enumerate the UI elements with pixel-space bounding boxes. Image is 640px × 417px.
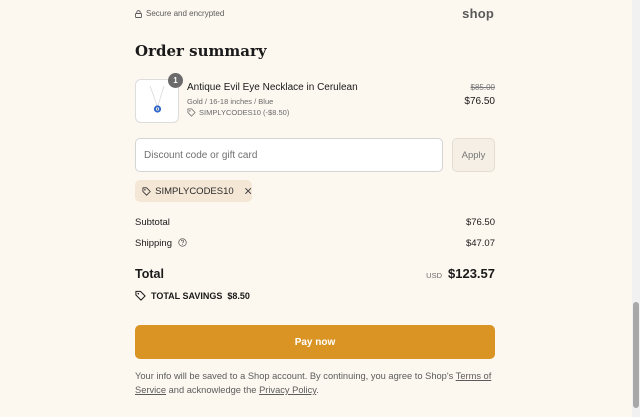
page-title: Order summary — [135, 42, 267, 60]
shipping-value: $47.07 — [465, 238, 495, 249]
secure-header: Secure and encrypted shop — [135, 6, 495, 23]
lock-icon — [135, 9, 142, 18]
product-variant: Gold / 16-18 inches / Blue — [187, 97, 274, 106]
scrollbar-track[interactable] — [632, 0, 640, 417]
original-price: $85.00 — [470, 83, 495, 92]
shipping-row: Shipping $47.07 — [135, 238, 495, 249]
tag-icon — [142, 186, 151, 196]
disclaimer-text-2: and acknowledge the — [166, 385, 260, 395]
total-row: Total USD $123.57 — [135, 266, 495, 284]
secure-badge: Secure and encrypted — [135, 9, 495, 18]
product-discount: SIMPLYCODES10 (-$8.50) — [187, 108, 289, 117]
total-savings: TOTAL SAVINGS $8.50 — [135, 290, 250, 301]
subtotal-row: Subtotal $76.50 — [135, 217, 495, 228]
discounted-price: $76.50 — [464, 96, 495, 107]
help-icon[interactable] — [177, 238, 187, 247]
discount-form: Apply — [135, 138, 495, 172]
product-name: Antique Evil Eye Necklace in Cerulean — [187, 82, 358, 93]
tag-icon — [135, 290, 146, 301]
line-item: 1 Antique Evil Eye Necklace in Cerulean … — [135, 73, 495, 123]
tag-icon — [187, 108, 196, 117]
savings-value: $8.50 — [227, 290, 250, 301]
product-discount-text: SIMPLYCODES10 (-$8.50) — [199, 108, 290, 117]
subtotal-value: $76.50 — [465, 217, 495, 228]
savings-label: TOTAL SAVINGS — [151, 290, 223, 301]
applied-discount-code: SIMPLYCODES10 — [155, 185, 234, 197]
quantity-badge: 1 — [168, 73, 183, 88]
privacy-policy-link[interactable]: Privacy Policy — [259, 385, 316, 395]
applied-discount-chip: SIMPLYCODES10 — [135, 180, 252, 202]
total-amount-group: USD $123.57 — [426, 266, 495, 281]
discount-code-input[interactable] — [135, 138, 443, 172]
shop-account-disclaimer: Your info will be saved to a Shop accoun… — [135, 369, 495, 397]
shipping-label: Shipping — [135, 238, 172, 249]
shop-logo: shop — [462, 6, 494, 21]
scrollbar-thumb[interactable] — [633, 302, 639, 408]
total-label: Total — [135, 267, 164, 281]
subtotal-label: Subtotal — [135, 217, 170, 228]
close-icon[interactable] — [244, 186, 252, 196]
apply-button[interactable]: Apply — [452, 138, 495, 172]
disclaimer-text-1: Your info will be saved to a Shop accoun… — [135, 371, 456, 381]
currency-code: USD — [426, 271, 442, 280]
pay-now-button[interactable]: Pay now — [135, 325, 495, 359]
disclaimer-text-3: . — [316, 385, 319, 395]
total-value: $123.57 — [448, 266, 495, 281]
secure-text: Secure and encrypted — [146, 9, 225, 18]
